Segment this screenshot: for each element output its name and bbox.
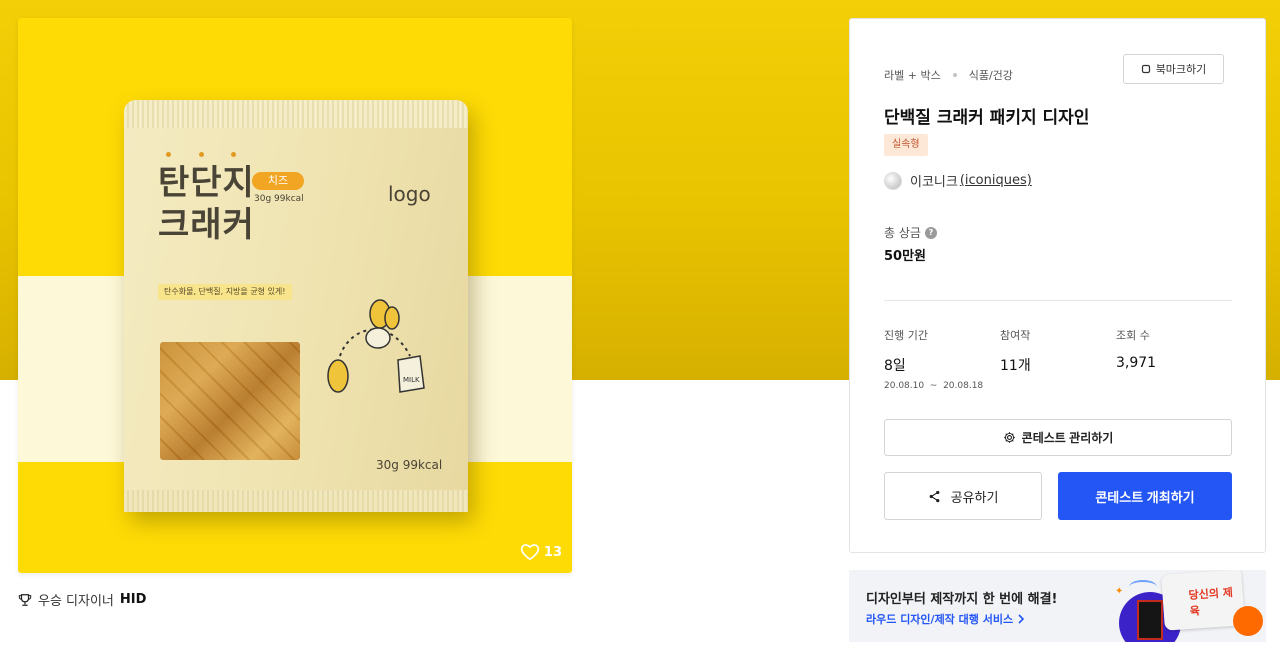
bookmark-icon (1141, 64, 1150, 74)
divider (884, 300, 1232, 301)
winner-designer: 우승 디자이너 HID (18, 590, 146, 609)
pouch-tagline: 탄수화물, 단백질, 지방을 균형 있게! (158, 284, 292, 300)
breadcrumb-category[interactable]: 라벨 + 박스 (884, 67, 941, 83)
breadcrumb-separator (952, 73, 957, 77)
bookmark-label: 북마크하기 (1155, 64, 1207, 76)
pouch-dots (166, 152, 236, 157)
bookmark-button[interactable]: 북마크하기 (1123, 54, 1224, 84)
stat-period-label: 진행 기간 (884, 329, 928, 342)
stat-period: 진행 기간 8일 20.08.10 ~ 20.08.18 (884, 327, 1000, 391)
product-image[interactable]: 탄단지 크래커 치즈 30g 99kcal logo 탄수화물, 단백질, 지방… (18, 18, 572, 573)
chevron-right-icon (1018, 614, 1025, 624)
ad-link[interactable]: 라우드 디자인/제작 대행 서비스 (866, 611, 1025, 627)
pouch-seal-top (124, 100, 468, 128)
winner-name[interactable]: HID (120, 592, 147, 607)
contest-title: 단백질 크래커 패키지 디자인 (884, 108, 1090, 128)
pouch-net-big: 30g 99kcal (376, 458, 443, 472)
heart-icon (520, 544, 540, 561)
stat-period-value: 8일 (884, 358, 906, 374)
ad-illustration: ✦ 당신의 제육 (1111, 570, 1266, 642)
host-handle[interactable]: (iconiques) (960, 173, 1032, 188)
host-info[interactable]: 이코니크 (iconiques) (884, 171, 1032, 190)
help-icon[interactable]: ? (924, 226, 937, 239)
breadcrumb: 라벨 + 박스 식품/건강 (884, 67, 1013, 83)
contest-type-badge: 실속형 (884, 134, 928, 156)
contest-stats: 진행 기간 8일 20.08.10 ~ 20.08.18 참여작 11개 조회 … (884, 327, 1232, 391)
ad-title: 디자인부터 제작까지 한 번에 해결! (866, 592, 1058, 607)
manage-contest-button[interactable]: 콘테스트 관리하기 (884, 419, 1232, 456)
svg-text:MILK: MILK (403, 376, 420, 384)
pouch-seal-bottom (124, 490, 468, 512)
ad-orange-dot (1233, 606, 1263, 636)
stat-entries-value: 11개 (1000, 358, 1031, 374)
pouch-flavor-tag: 치즈 (252, 172, 304, 190)
pouch-net-small: 30g 99kcal (254, 194, 304, 204)
gear-icon (1003, 432, 1015, 443)
share-button[interactable]: 공유하기 (884, 472, 1042, 520)
spark-icon: ✦ (1115, 586, 1124, 597)
stat-views-label: 조회 수 (1116, 329, 1150, 342)
pouch-cracker-window (160, 342, 300, 460)
manage-contest-label: 콘테스트 관리하기 (1021, 431, 1114, 445)
winner-label: 우승 디자이너 (38, 594, 114, 609)
ad-product-box (1137, 600, 1163, 640)
host-contest-button[interactable]: 콘테스트 개최하기 (1058, 472, 1232, 520)
share-label: 공유하기 (950, 489, 999, 505)
prize-label-text: 총 상금 (884, 226, 921, 240)
pouch-brand-name: 탄단지 크래커 (158, 163, 255, 245)
prize-value: 50만원 (884, 249, 927, 264)
breadcrumb-subcategory[interactable]: 식품/건강 (969, 67, 1013, 83)
ad-banner[interactable]: 디자인부터 제작까지 한 번에 해결! 라우드 디자인/제작 대행 서비스 ✦ … (849, 570, 1266, 642)
prize-label: 총 상금 ? (884, 224, 937, 241)
stat-views-value: 3,971 (1116, 355, 1157, 371)
pouch-logo: logo (388, 182, 431, 206)
like-count: 13 (543, 544, 562, 560)
share-icon (929, 490, 939, 502)
host-avatar (884, 171, 902, 190)
grain-illustration: MILK (327, 299, 425, 393)
like-button[interactable]: 13 (520, 543, 562, 561)
trophy-icon (18, 593, 32, 606)
stat-period-dates: 20.08.10 ~ 20.08.18 (884, 381, 984, 391)
stat-views: 조회 수 3,971 (1116, 327, 1232, 391)
cracker-pouch: 탄단지 크래커 치즈 30g 99kcal logo 탄수화물, 단백질, 지방… (124, 100, 468, 512)
ad-link-label: 라우드 디자인/제작 대행 서비스 (866, 613, 1014, 626)
contest-info-panel: 라벨 + 박스 식품/건강 북마크하기 단백질 크래커 패키지 디자인 실속형 … (849, 18, 1266, 553)
stat-entries-label: 참여작 (1000, 329, 1031, 342)
host-name: 이코니크 (910, 175, 958, 190)
stat-entries: 참여작 11개 (1000, 327, 1116, 391)
